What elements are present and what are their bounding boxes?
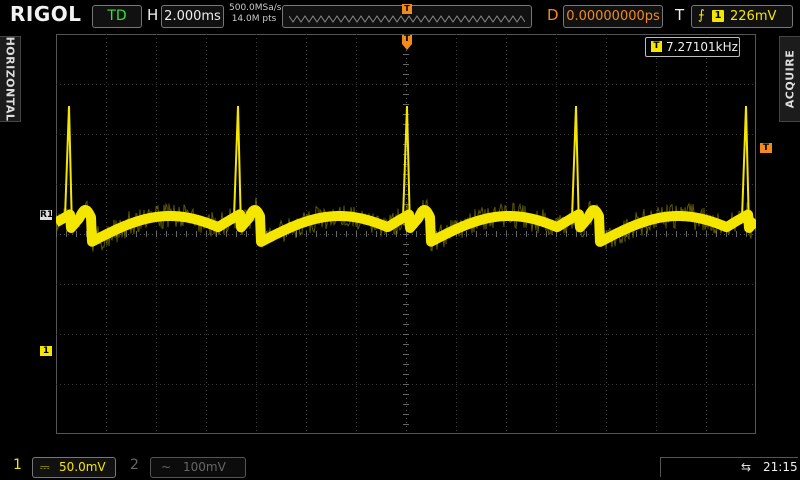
horizontal-label: H bbox=[147, 6, 158, 24]
ch2-settings[interactable]: ~ 100mV bbox=[150, 457, 246, 478]
bottom-channel-bar: 1 ⎓ 50.0mV 2 ~ 100mV ⇆ 21:15 bbox=[0, 454, 800, 480]
memory-overview-bar[interactable]: T bbox=[282, 5, 532, 28]
timebase-value[interactable]: 2.000ms bbox=[161, 5, 224, 28]
ch1-settings[interactable]: ⎓ 50.0mV bbox=[32, 457, 116, 478]
graticule bbox=[56, 34, 756, 434]
rigol-logo: RIGOL bbox=[10, 2, 82, 26]
horizontal-menu-tab[interactable]: HORIZONTAL bbox=[0, 36, 21, 122]
ch1-scale: 50.0mV bbox=[59, 458, 106, 477]
clock: 21:15 bbox=[763, 458, 798, 477]
trigger-level-value: 226mV bbox=[730, 6, 776, 27]
ch2-scale: 100mV bbox=[183, 458, 226, 477]
acquire-menu-tab[interactable]: ACQUIRE bbox=[779, 36, 800, 122]
ch1-number[interactable]: 1 bbox=[13, 457, 22, 473]
trigger-position-marker[interactable]: T bbox=[402, 35, 412, 44]
trigger-delay-value[interactable]: 0.00000000ps bbox=[563, 5, 663, 28]
ac-coupling-icon: ~ bbox=[161, 458, 171, 477]
trigger-position-arrow bbox=[402, 44, 412, 50]
ref-r1-marker[interactable]: R1 bbox=[40, 210, 52, 220]
dc-coupling-icon: ⎓ bbox=[40, 458, 50, 477]
ch1-offset-marker[interactable]: 1 bbox=[40, 346, 52, 356]
usb-icon: ⇆ bbox=[741, 460, 751, 474]
horizontal-tab-label: HORIZONTAL bbox=[4, 37, 17, 122]
rising-edge-icon: ⨍ bbox=[698, 8, 705, 23]
frequency-measurement[interactable]: T 7.27101kHz bbox=[645, 37, 740, 57]
trigger-level-marker[interactable]: T bbox=[760, 143, 772, 153]
frequency-value: 7.27101kHz bbox=[666, 38, 738, 56]
memory-waveform-thumbnail bbox=[289, 15, 525, 23]
run-status-indicator[interactable]: TD bbox=[92, 5, 142, 28]
ch1-trace bbox=[56, 210, 756, 242]
acquire-tab-label: ACQUIRE bbox=[784, 50, 797, 108]
ch2-number[interactable]: 2 bbox=[130, 457, 139, 473]
top-status-bar: RIGOL TD H 2.000ms 500.0MSa/s 14.0M pts … bbox=[0, 0, 800, 32]
memory-trigger-marker: T bbox=[402, 4, 412, 14]
system-status: ⇆ 21:15 bbox=[660, 457, 798, 477]
delay-label: D bbox=[547, 6, 559, 24]
acquisition-info: 500.0MSa/s 14.0M pts bbox=[229, 3, 279, 25]
waveform-display[interactable] bbox=[56, 34, 756, 434]
trigger-source-badge: 1 bbox=[712, 10, 724, 22]
trigger-badge: T bbox=[651, 41, 662, 52]
trigger-settings[interactable]: ⨍ 1 226mV bbox=[691, 5, 793, 28]
memory-depth: 14.0M pts bbox=[229, 14, 279, 25]
trigger-label: T bbox=[675, 6, 684, 24]
sample-rate: 500.0MSa/s bbox=[229, 3, 279, 14]
